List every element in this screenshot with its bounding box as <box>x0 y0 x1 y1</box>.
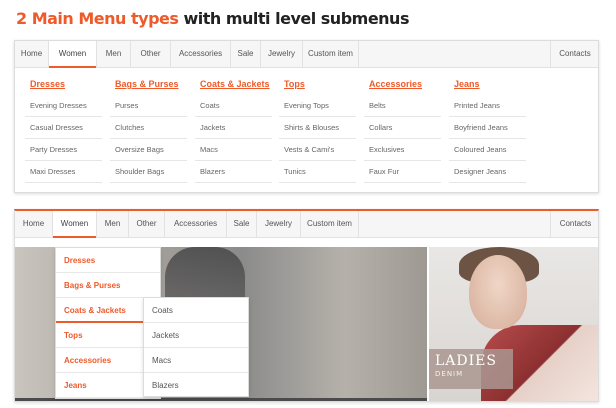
submenu-link[interactable]: Vests & Cami's <box>279 139 356 161</box>
column-heading[interactable]: Coats & Jackets <box>200 79 272 95</box>
menu-item-sale[interactable]: Sale <box>227 211 257 237</box>
submenu-link[interactable]: Shirts & Blouses <box>279 117 356 139</box>
menu-item-home[interactable]: Home <box>15 211 53 237</box>
dropdown-subitem-jackets[interactable]: Jackets <box>144 323 248 348</box>
submenu-link[interactable]: Maxi Dresses <box>25 161 102 183</box>
menu-item-other[interactable]: Other <box>129 211 165 237</box>
dropdown-menu-demo: Home Women Men Other Accessories Sale Je… <box>14 209 599 402</box>
submenu-link[interactable]: Faux Fur <box>364 161 441 183</box>
menu-item-custom[interactable]: Custom item <box>303 41 359 67</box>
promo-banner[interactable]: LADIES DENIM <box>429 247 598 401</box>
submenu-link[interactable]: Coloured Jeans <box>449 139 526 161</box>
dropdown-subitem-blazers[interactable]: Blazers <box>144 373 248 398</box>
menu-item-jewelry[interactable]: Jewelry <box>257 211 301 237</box>
main-menu-bar: Home Women Men Other Accessories Sale Je… <box>15 41 598 68</box>
menu-item-men[interactable]: Men <box>97 41 131 67</box>
submenu-link[interactable]: Evening Dresses <box>25 95 102 117</box>
submenu-link[interactable]: Belts <box>364 95 441 117</box>
mega-column-jeans: Jeans Printed Jeans Boyfriend Jeans Colo… <box>449 79 526 183</box>
menu-item-jewelry[interactable]: Jewelry <box>261 41 303 67</box>
menu-item-women[interactable]: Women <box>49 41 97 68</box>
menu-item-contacts[interactable]: Contacts <box>550 41 599 67</box>
submenu-link[interactable]: Boyfriend Jeans <box>449 117 526 139</box>
submenu-link[interactable]: Jackets <box>195 117 272 139</box>
menu-item-other[interactable]: Other <box>131 41 171 67</box>
main-menu-bar: Home Women Men Other Accessories Sale Je… <box>15 211 598 238</box>
column-heading[interactable]: Bags & Purses <box>115 79 187 95</box>
submenu-link[interactable]: Blazers <box>195 161 272 183</box>
menu-item-custom[interactable]: Custom item <box>301 211 359 237</box>
menu-item-contacts[interactable]: Contacts <box>550 211 598 237</box>
menu-item-sale[interactable]: Sale <box>231 41 261 67</box>
submenu-link[interactable]: Clutches <box>110 117 187 139</box>
submenu-link[interactable]: Designer Jeans <box>449 161 526 183</box>
heading-accent: 2 Main Menu types <box>16 9 179 28</box>
dropdown-subitem-macs[interactable]: Macs <box>144 348 248 373</box>
dropdown-subitem-coats[interactable]: Coats <box>144 298 248 323</box>
mega-menu-demo: Home Women Men Other Accessories Sale Je… <box>14 40 599 193</box>
column-heading[interactable]: Tops <box>284 79 356 95</box>
submenu-link[interactable]: Tunics <box>279 161 356 183</box>
menu-item-home[interactable]: Home <box>15 41 49 67</box>
submenu-link[interactable]: Purses <box>110 95 187 117</box>
mega-column-accessories: Accessories Belts Collars Exclusives Fau… <box>364 79 441 183</box>
mega-column-coats: Coats & Jackets Coats Jackets Macs Blaze… <box>195 79 272 183</box>
submenu-link[interactable]: Macs <box>195 139 272 161</box>
mega-column-bags: Bags & Purses Purses Clutches Oversize B… <box>110 79 187 183</box>
mega-column-tops: Tops Evening Tops Shirts & Blouses Vests… <box>279 79 356 183</box>
submenu-link[interactable]: Exclusives <box>364 139 441 161</box>
submenu-link[interactable]: Oversize Bags <box>110 139 187 161</box>
submenu-link[interactable]: Collars <box>364 117 441 139</box>
menu-item-accessories[interactable]: Accessories <box>165 211 227 237</box>
dropdown-item-dresses[interactable]: Dresses <box>56 248 160 273</box>
menu-item-women[interactable]: Women <box>53 211 97 238</box>
submenu-link[interactable]: Casual Dresses <box>25 117 102 139</box>
menu-item-men[interactable]: Men <box>97 211 129 237</box>
submenu-link[interactable]: Party Dresses <box>25 139 102 161</box>
dropdown-level-2: Coats Jackets Macs Blazers <box>143 297 249 397</box>
mega-column-dresses: Dresses Evening Dresses Casual Dresses P… <box>25 79 102 183</box>
page-heading: 2 Main Menu types with multi level subme… <box>16 9 409 28</box>
column-heading[interactable]: Accessories <box>369 79 441 95</box>
submenu-link[interactable]: Shoulder Bags <box>110 161 187 183</box>
column-heading[interactable]: Jeans <box>454 79 526 95</box>
menu-item-accessories[interactable]: Accessories <box>171 41 231 67</box>
promo-model-face <box>469 255 527 329</box>
submenu-link[interactable]: Evening Tops <box>279 95 356 117</box>
promo-subtitle: DENIM <box>435 370 464 378</box>
column-heading[interactable]: Dresses <box>30 79 102 95</box>
promo-title: LADIES <box>435 353 497 369</box>
submenu-link[interactable]: Printed Jeans <box>449 95 526 117</box>
dropdown-item-bags[interactable]: Bags & Purses <box>56 273 160 298</box>
heading-rest: with multi level submenus <box>178 9 409 28</box>
submenu-link[interactable]: Coats <box>195 95 272 117</box>
promo-badge: LADIES DENIM <box>429 349 513 389</box>
